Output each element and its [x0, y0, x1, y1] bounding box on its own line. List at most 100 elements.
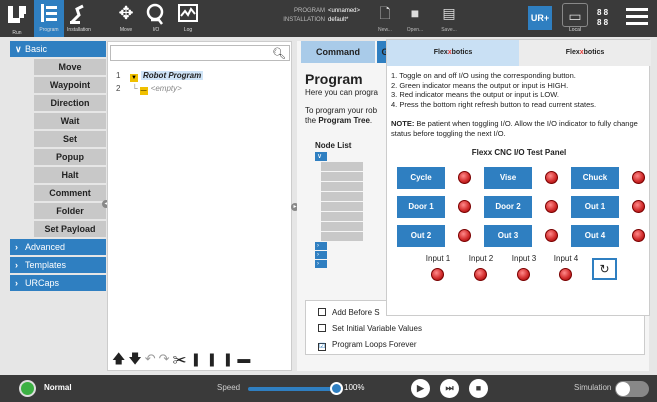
input-indicator-3	[517, 268, 530, 281]
chevron-right-icon[interactable]: ›	[315, 242, 327, 250]
new-button-label: New...	[378, 27, 392, 33]
refresh-icon: ↻	[599, 262, 610, 276]
urcaps-button[interactable]: UR+	[528, 6, 552, 30]
copy-icon[interactable]: ▮	[189, 351, 205, 366]
cut-icon[interactable]: ✂	[173, 351, 190, 366]
node-move[interactable]: Move	[34, 59, 106, 75]
hamburger-menu-icon[interactable]	[626, 8, 648, 28]
output-button-door-2[interactable]: Door 2	[484, 196, 532, 218]
note-text: NOTE: Be patient when toggling I/O. Allo…	[391, 119, 638, 138]
nav-run[interactable]: Run	[2, 0, 32, 37]
node-wait[interactable]: Wait	[34, 113, 106, 129]
program-icon	[34, 0, 64, 26]
move-up-icon[interactable]: 🡅	[112, 351, 128, 366]
save-icon: ▤	[442, 5, 456, 21]
output-button-out-4[interactable]: Out 4	[571, 225, 619, 247]
node-set-payload[interactable]: Set Payload	[34, 221, 106, 237]
nav-program[interactable]: Program	[34, 0, 64, 37]
node-folder[interactable]: Folder	[34, 203, 106, 219]
node-comment[interactable]: Comment	[34, 185, 106, 201]
program-loops-forever-option[interactable]: ☑ Program Loops Forever	[318, 339, 416, 351]
program-info: PROGRAM <unnamed> INSTALLATION default*	[270, 7, 360, 25]
checkbox[interactable]	[318, 324, 326, 332]
stop-icon[interactable]: ■	[469, 379, 488, 398]
add-before-start-option[interactable]: Add Before S	[318, 307, 380, 318]
chevron-right-icon: ›	[15, 242, 18, 252]
settings-grid-icon[interactable]: 8 88 8	[597, 8, 613, 28]
new-file-icon: 🗋	[379, 5, 391, 21]
speed-label: Speed	[217, 383, 241, 392]
power-status-icon[interactable]	[19, 380, 36, 397]
search-input[interactable]: 🔍︎	[110, 45, 290, 61]
play-icon[interactable]: ▶	[411, 379, 430, 398]
simulation-toggle[interactable]	[615, 381, 649, 397]
indicator-out-3	[545, 229, 558, 242]
node-waypoint[interactable]: Waypoint	[34, 77, 106, 93]
local-control-button[interactable]: ▭ Local	[562, 3, 588, 35]
node-set[interactable]: Set	[34, 131, 106, 147]
checkbox[interactable]	[318, 308, 326, 316]
installation-key: INSTALLATION	[283, 17, 325, 23]
input-label-3: Input 3	[511, 254, 537, 263]
speed-slider-handle[interactable]	[330, 382, 343, 395]
node-popup[interactable]: Popup	[34, 149, 106, 165]
io-icon	[141, 0, 171, 26]
paste-icon[interactable]: ▮	[205, 351, 221, 366]
tab-command[interactable]: Command	[301, 41, 375, 63]
move-down-icon[interactable]: 🡇	[128, 351, 144, 366]
output-button-out-2[interactable]: Out 2	[397, 225, 445, 247]
empty-node-icon: —	[139, 87, 148, 95]
output-button-cycle[interactable]: Cycle	[397, 167, 445, 189]
top-bar: Run Program Installation ✥ Move I/O Log …	[0, 0, 657, 37]
nav-io[interactable]: I/O	[141, 0, 171, 37]
delete-icon[interactable]: ▮	[221, 351, 237, 366]
tab-flexxbotics-1[interactable]: Flexxbotics	[387, 40, 519, 66]
chevron-right-icon[interactable]: ›	[315, 251, 327, 259]
category-advanced[interactable]: › Advanced	[10, 239, 106, 255]
toolbox: ∨ Basic Move Waypoint Direction Wait Set …	[10, 41, 106, 371]
step-icon[interactable]: ⏭	[440, 379, 459, 398]
indicator-chuck	[632, 171, 645, 184]
basic-node-list: Move Waypoint Direction Wait Set Popup H…	[34, 59, 106, 237]
tab-flexxbotics-2[interactable]: Flexxbotics	[519, 40, 651, 66]
output-button-door-1[interactable]: Door 1	[397, 196, 445, 218]
category-urcaps[interactable]: › URCaps	[10, 275, 106, 291]
footer: Normal Speed 100% ▶ ⏭ ■ Simulation	[0, 375, 657, 402]
open-button-label: Open...	[406, 27, 424, 33]
category-templates[interactable]: › Templates	[10, 257, 106, 273]
output-button-vise[interactable]: Vise	[484, 167, 532, 189]
checkbox-checked[interactable]: ☑	[318, 343, 326, 351]
output-button-chuck[interactable]: Chuck	[571, 167, 619, 189]
chevron-right-icon[interactable]: ›	[315, 260, 327, 268]
node-direction[interactable]: Direction	[34, 95, 106, 111]
nav-installation[interactable]: Installation	[64, 0, 94, 37]
expand-triangle-icon[interactable]: ▼	[130, 74, 138, 82]
nav-run-label: Run	[12, 30, 22, 36]
output-button-out-1[interactable]: Out 1	[571, 196, 619, 218]
output-button-out-3[interactable]: Out 3	[484, 225, 532, 247]
node-halt[interactable]: Halt	[34, 167, 106, 183]
set-initial-variables-option[interactable]: Set Initial Variable Values	[318, 323, 422, 334]
indicator-cycle	[458, 171, 471, 184]
refresh-button[interactable]: ↻	[592, 258, 617, 280]
tree-toolbar: 🡅🡇↶↷✂▮▮▮▬	[112, 349, 288, 369]
speed-slider[interactable]	[248, 387, 334, 391]
open-button[interactable]: ■ Open...	[401, 0, 429, 37]
nav-log[interactable]: Log	[173, 0, 203, 37]
undo-icon[interactable]: ↶	[145, 351, 159, 366]
redo-icon[interactable]: ↷	[159, 351, 173, 366]
category-basic[interactable]: ∨ Basic	[10, 41, 106, 57]
suppress-icon[interactable]: ▬	[237, 351, 253, 366]
nav-log-label: Log	[183, 27, 193, 33]
nav-move[interactable]: ✥ Move	[111, 0, 141, 37]
tree-node-empty[interactable]: 2 └ — <empty>	[116, 82, 203, 95]
save-button[interactable]: ▤ Save...	[435, 0, 463, 37]
installation-icon	[64, 0, 94, 26]
tree-node-robot-program[interactable]: 1 ▼ Robot Program	[116, 69, 204, 82]
indicator-out-4	[632, 229, 645, 242]
indicator-vise	[545, 171, 558, 184]
category-advanced-label: Advanced	[25, 242, 66, 252]
new-button[interactable]: 🗋 New...	[371, 0, 399, 37]
chevron-down-icon[interactable]: ∨	[315, 152, 327, 161]
save-button-label: Save...	[441, 27, 457, 33]
